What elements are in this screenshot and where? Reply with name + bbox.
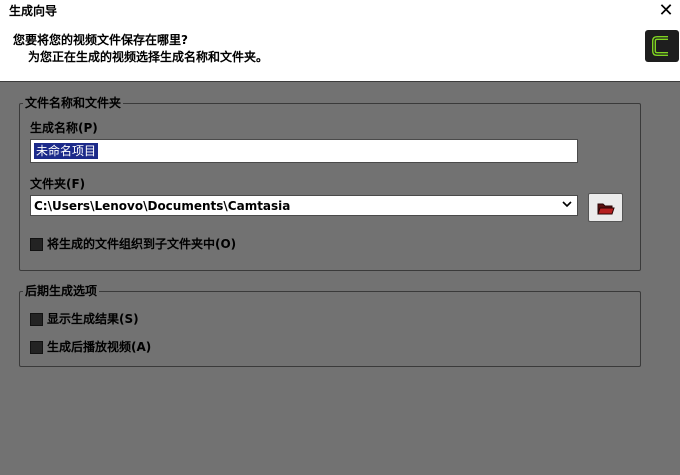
browse-folder-button[interactable]: [588, 193, 623, 222]
production-name-label: 生成名称(P): [30, 121, 98, 135]
page-subheading: 为您正在生成的视频选择生成名称和文件夹。: [28, 50, 269, 64]
wizard-header: 生成向导 ✕ 您要将您的视频文件保存在哪里? 为您正在生成的视频选择生成名称和文…: [0, 0, 680, 82]
chevron-down-icon[interactable]: [559, 197, 575, 214]
window-title: 生成向导: [9, 4, 58, 18]
folder-open-icon: [597, 203, 615, 215]
production-name-input[interactable]: 未命名项目: [30, 139, 578, 163]
camtasia-logo-icon: [645, 30, 679, 62]
show-results-box[interactable]: [30, 313, 43, 326]
production-name-value: 未命名项目: [34, 143, 99, 159]
folder-value: C:\Users\Lenovo\Documents\Camtasia: [34, 199, 291, 213]
close-icon[interactable]: ✕: [656, 1, 676, 21]
organize-subfolder-box[interactable]: [30, 238, 43, 251]
show-results-label: 显示生成结果(S): [47, 312, 139, 326]
folder-select[interactable]: C:\Users\Lenovo\Documents\Camtasia: [30, 195, 578, 216]
name-folder-group-legend: 文件名称和文件夹: [23, 96, 124, 110]
page-heading: 您要将您的视频文件保存在哪里?: [13, 33, 188, 47]
play-after-label: 生成后播放视频(A): [47, 340, 152, 354]
post-production-group: [19, 291, 641, 367]
organize-subfolder-label: 将生成的文件组织到子文件夹中(O): [47, 237, 237, 251]
play-after-box[interactable]: [30, 341, 43, 354]
folder-label: 文件夹(F): [30, 177, 86, 191]
post-production-group-legend: 后期生成选项: [23, 284, 100, 298]
